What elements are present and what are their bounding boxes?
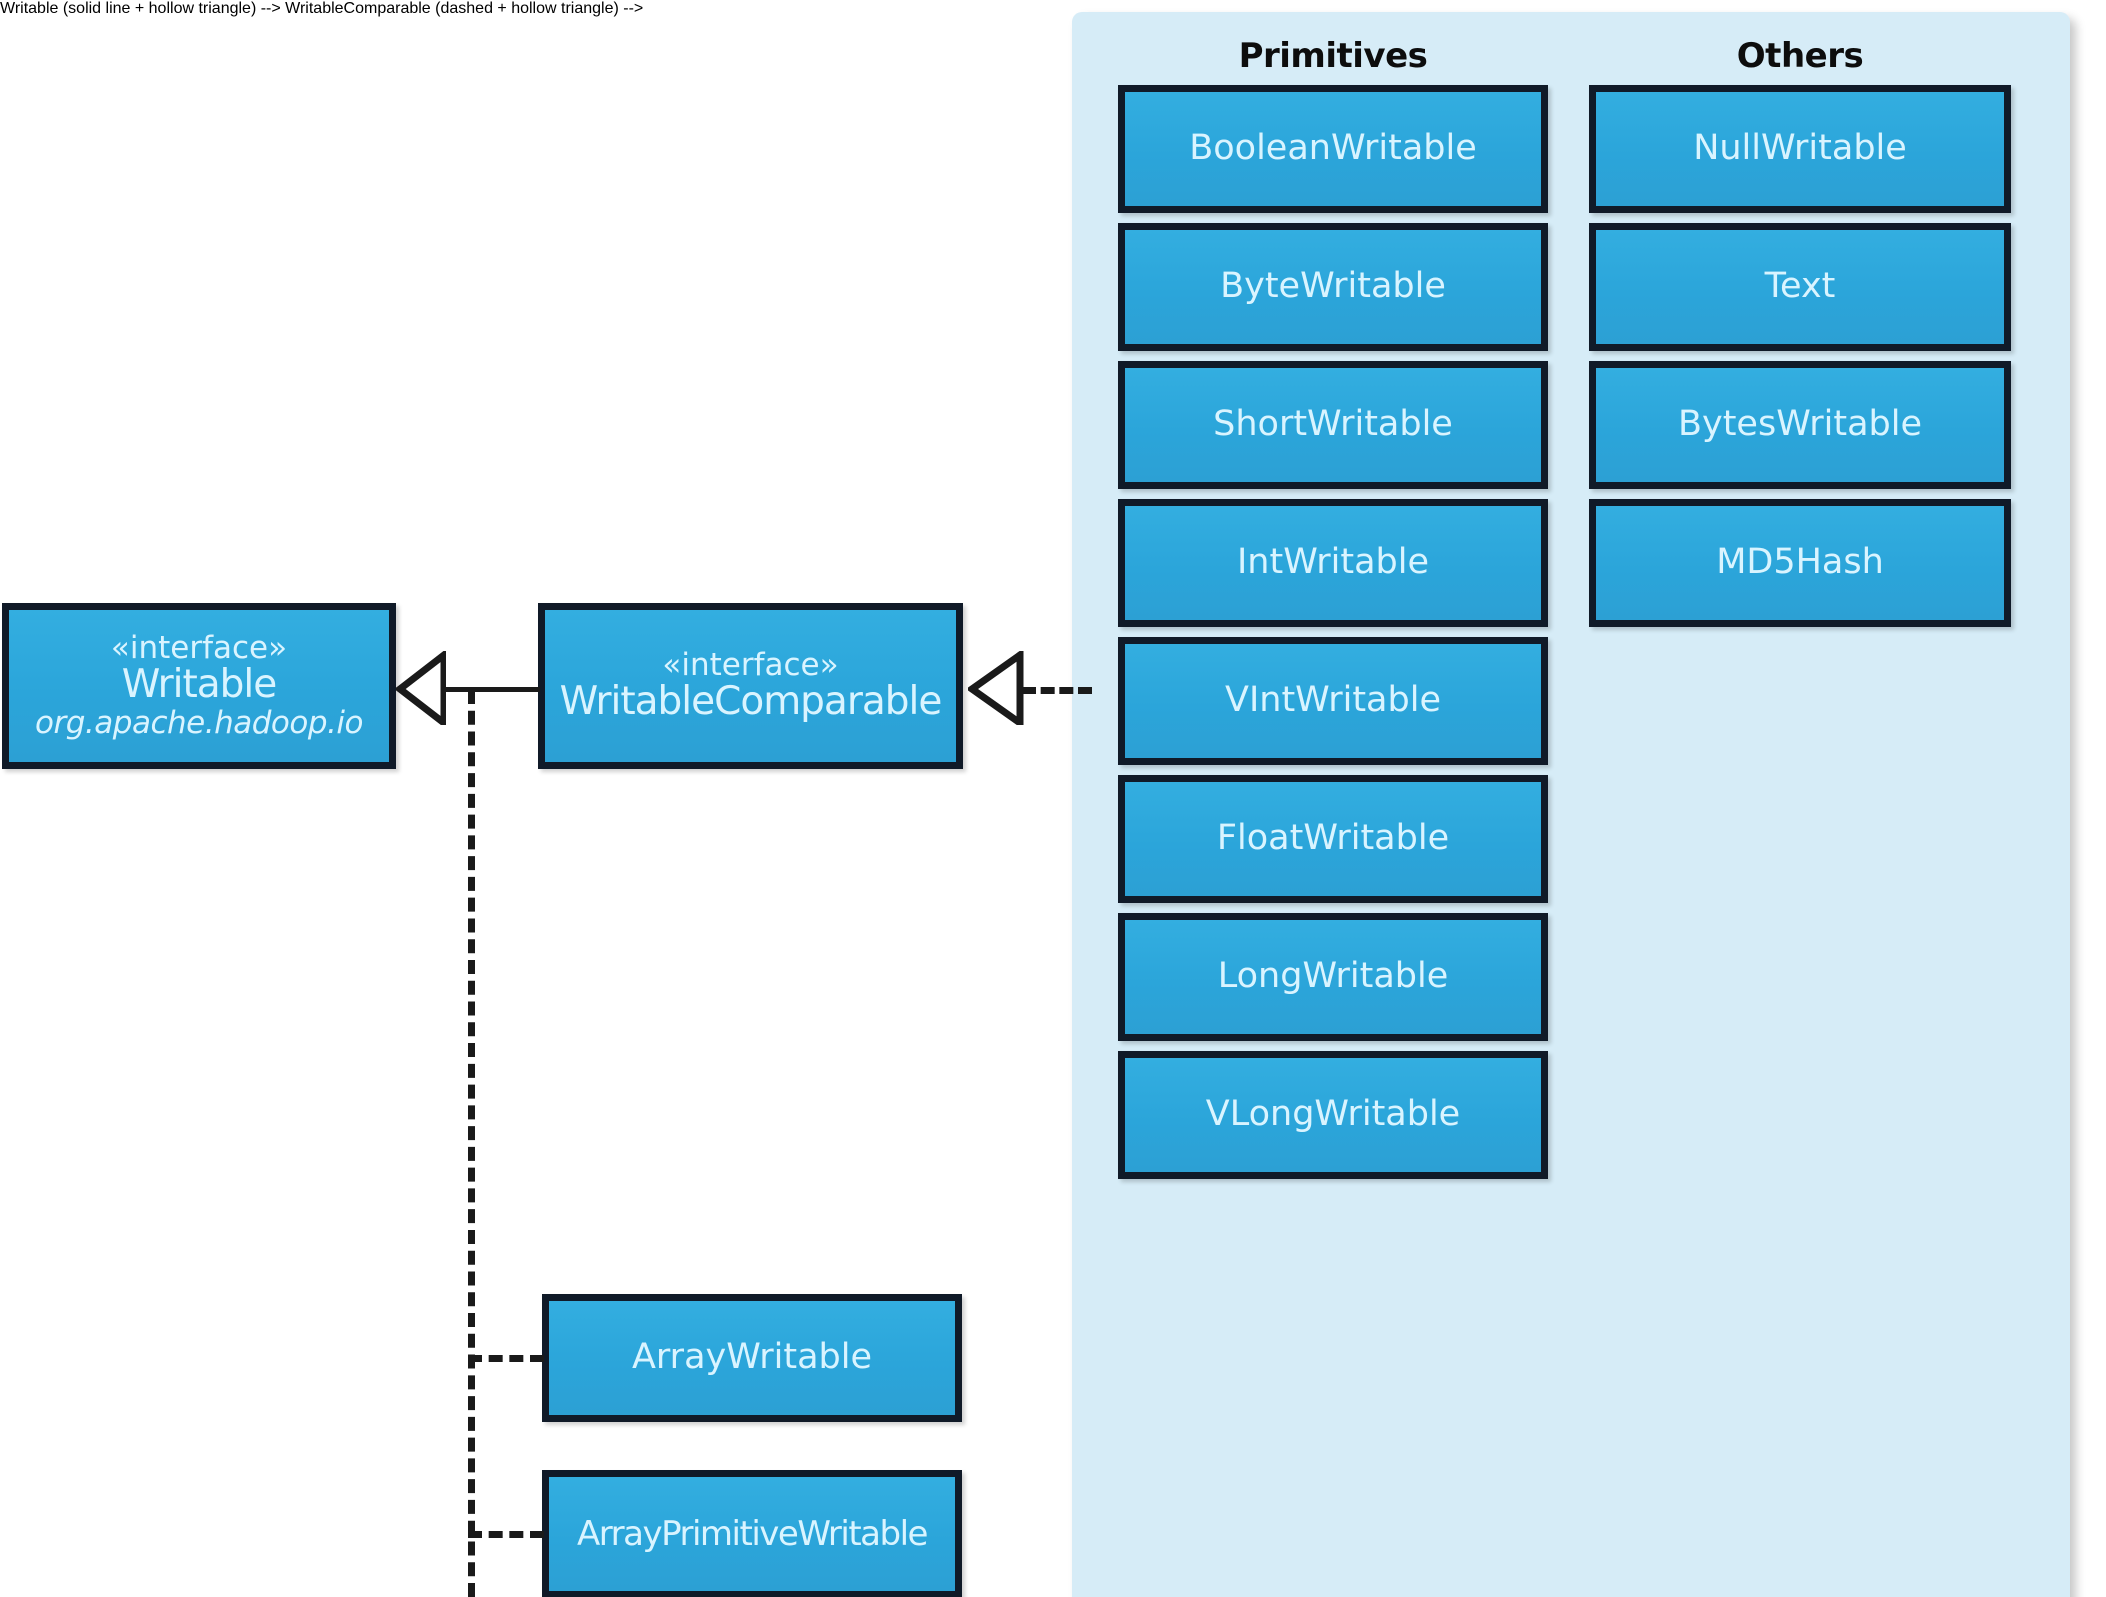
realization-line-panel-writablecomparable (1022, 687, 1092, 694)
realization-stub-arrayprimitivewritable (468, 1531, 544, 1538)
realization-trunk-line (468, 690, 475, 1597)
class-box-shortwritable[interactable]: ShortWritable (1118, 361, 1548, 489)
class-box-floatwritable[interactable]: FloatWritable (1118, 775, 1548, 903)
class-box-bytewritable[interactable]: ByteWritable (1118, 223, 1548, 351)
interface-box-writablecomparable[interactable]: «interface» WritableComparable (538, 603, 963, 769)
class-box-md5hash[interactable]: MD5Hash (1589, 499, 2011, 627)
generalization-line-writablecomparable-writable (440, 687, 540, 692)
class-box-booleanwritable[interactable]: BooleanWritable (1118, 85, 1548, 213)
column-header-primitives: Primitives (1238, 36, 1428, 76)
realization-stub-arraywritable (468, 1355, 544, 1362)
class-box-text[interactable]: Text (1589, 223, 2011, 351)
writable-name: Writable (121, 661, 277, 707)
writablecomparable-name: WritableComparable (559, 678, 943, 724)
writablecomparable-stereotype: «interface» (662, 647, 839, 684)
interface-box-writable[interactable]: «interface» Writable org.apache.hadoop.i… (2, 603, 396, 769)
class-box-vintwritable[interactable]: VIntWritable (1118, 637, 1548, 765)
writable-stereotype: «interface» (110, 630, 288, 667)
class-box-byteswritable[interactable]: BytesWritable (1589, 361, 2011, 489)
column-header-others: Others (1736, 36, 1864, 76)
class-box-vlongwritable[interactable]: VLongWritable (1118, 1051, 1548, 1179)
class-box-longwritable[interactable]: LongWritable (1118, 913, 1548, 1041)
class-box-arraywritable[interactable]: ArrayWritable (542, 1294, 962, 1422)
diagram-canvas: Primitives Others BooleanWritable ByteWr… (0, 0, 2106, 1597)
class-box-arrayprimitivewritable[interactable]: ArrayPrimitiveWritable (542, 1470, 962, 1597)
class-box-intwritable[interactable]: IntWritable (1118, 499, 1548, 627)
class-box-nullwritable[interactable]: NullWritable (1589, 85, 2011, 213)
writable-package: org.apache.hadoop.io (35, 704, 363, 741)
